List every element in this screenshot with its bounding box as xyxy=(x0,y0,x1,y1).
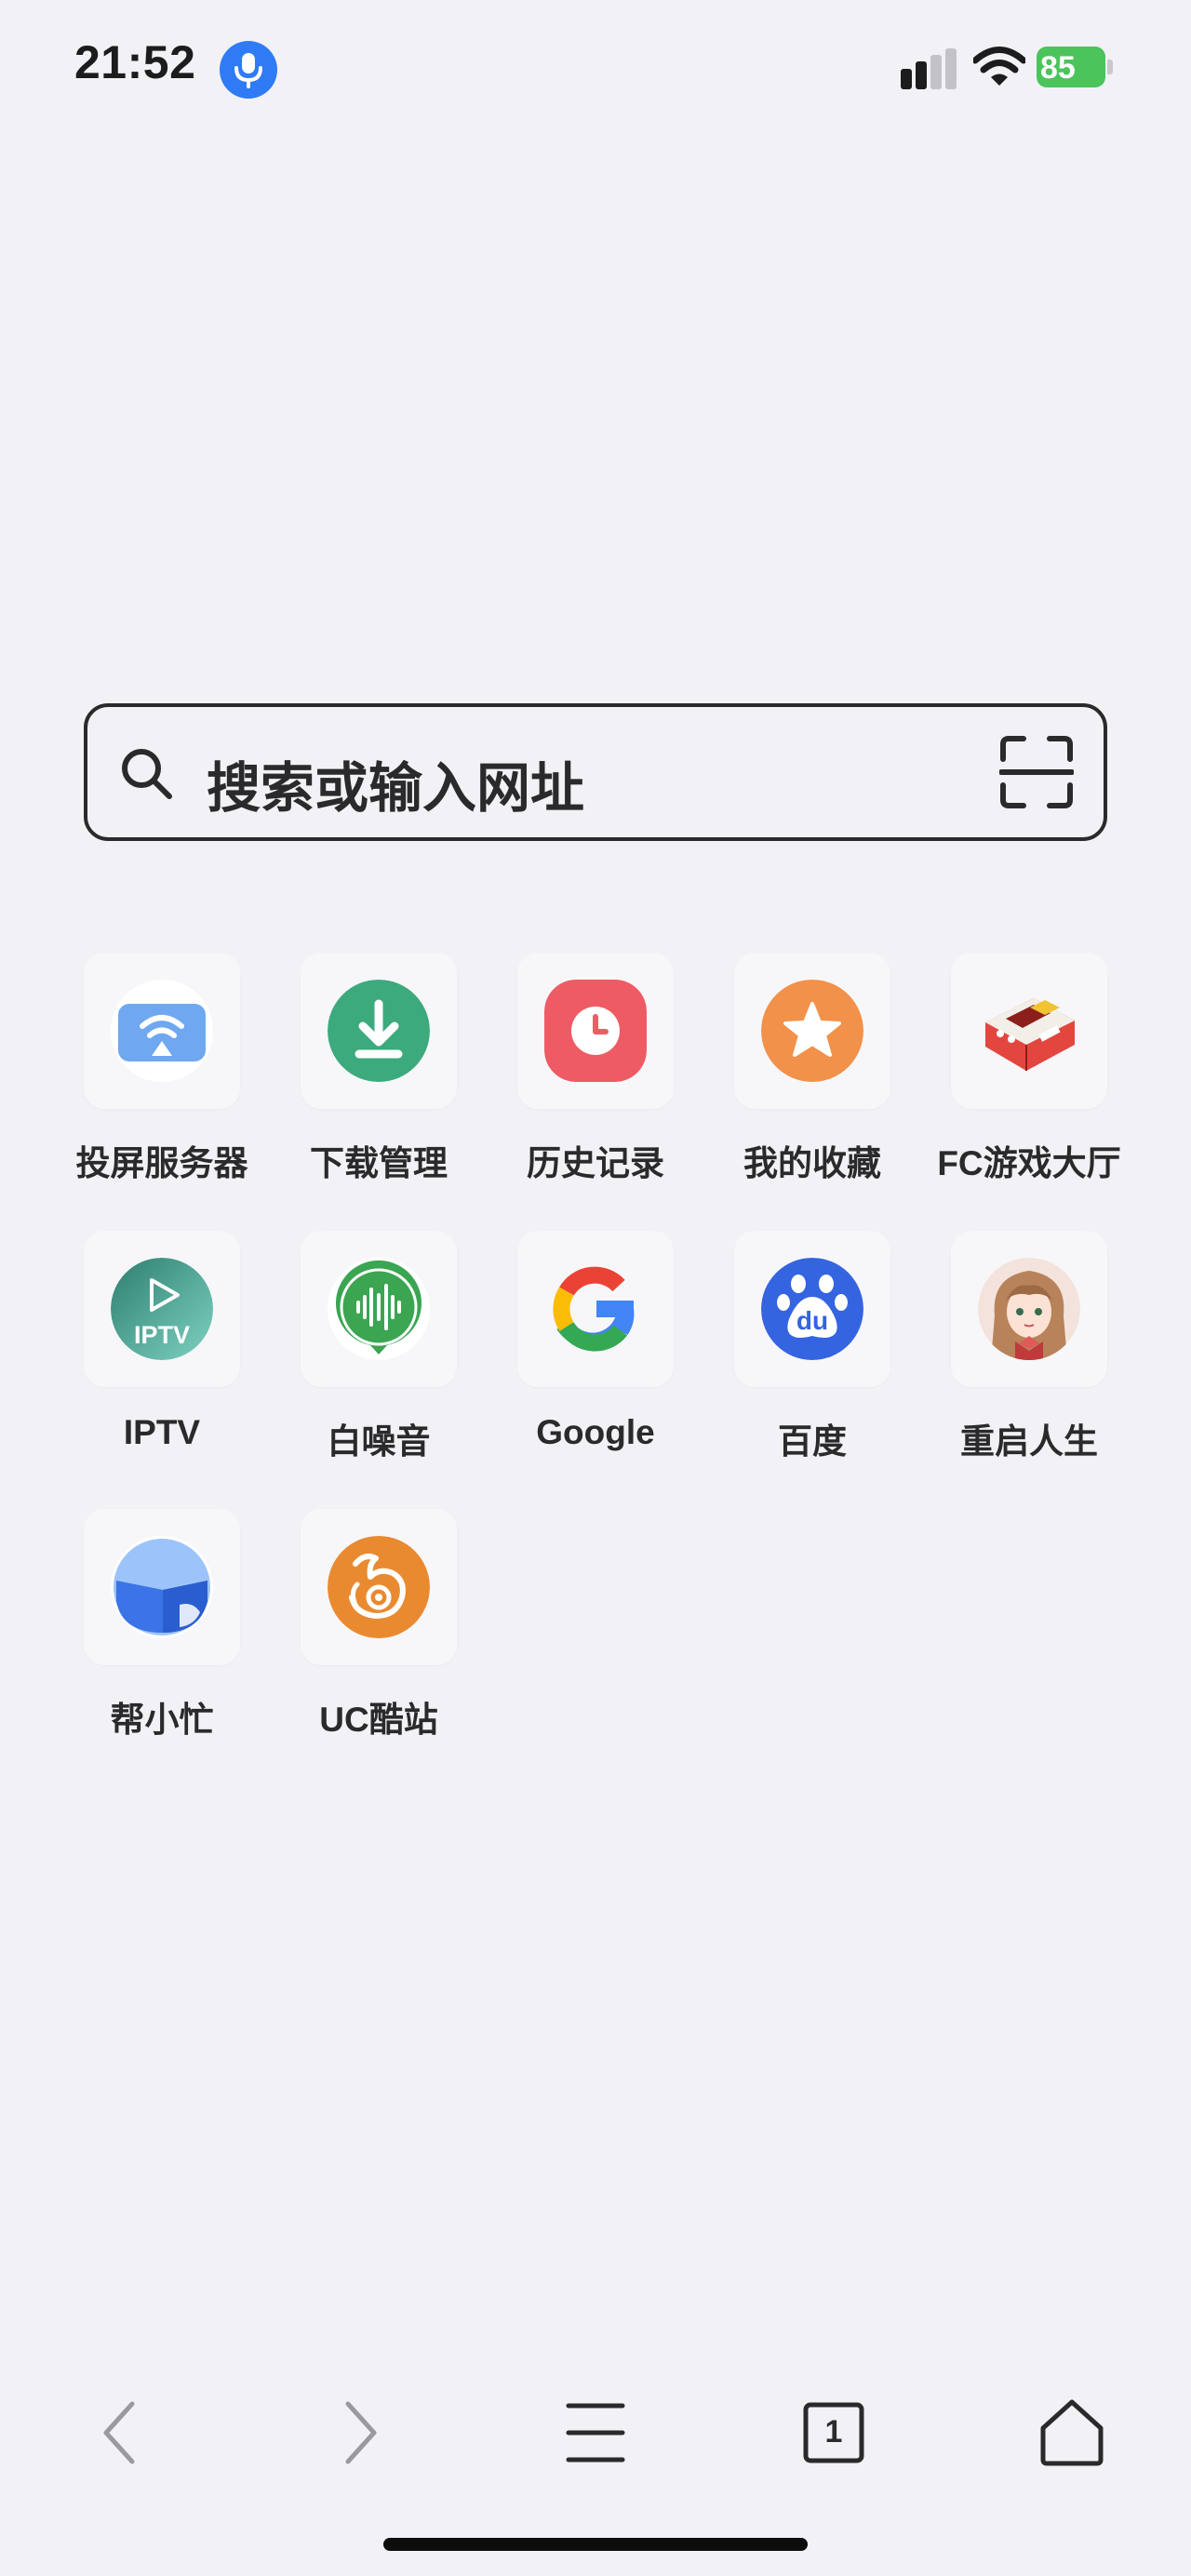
baidu-paw-icon: du xyxy=(761,1258,863,1360)
browser-home-screen: 21:52 85 搜索或输入网址 投屏服务器 下载管理 历史记录 我的收藏 FC… xyxy=(0,0,1191,2576)
clock-icon xyxy=(544,980,647,1082)
anime-avatar-icon xyxy=(978,1258,1080,1360)
star-icon xyxy=(761,980,863,1082)
shortcut-tile[interactable] xyxy=(517,1231,674,1387)
shortcut-label: IPTV xyxy=(123,1413,201,1451)
shortcut-tile[interactable] xyxy=(951,953,1107,1109)
shortcut-label: FC游戏大厅 xyxy=(937,1144,1121,1182)
home-indicator xyxy=(383,2538,808,2551)
search-input[interactable]: 搜索或输入网址 xyxy=(207,744,584,822)
baidu-badge-text: du xyxy=(796,1306,829,1335)
status-bar: 21:52 85 xyxy=(0,0,1191,140)
shortcut-uc-cool-sites[interactable]: UC酷站 xyxy=(291,1509,477,1751)
shortcut-label: 帮小忙 xyxy=(110,1701,214,1739)
shortcut-tile[interactable] xyxy=(734,953,890,1109)
iptv-badge-text: IPTV xyxy=(133,1321,190,1349)
shortcut-tile[interactable] xyxy=(301,1231,457,1387)
sound-wave-icon xyxy=(328,1258,430,1360)
game-console-icon xyxy=(978,980,1080,1082)
shortcut-iptv[interactable]: IPTV IPTV xyxy=(74,1231,261,1473)
shortcut-baidu[interactable]: du 百度 xyxy=(725,1231,911,1473)
shortcut-tile[interactable] xyxy=(301,1509,457,1665)
shortcut-favorites[interactable]: 我的收藏 xyxy=(725,953,911,1195)
shortcut-tile[interactable]: IPTV xyxy=(84,1231,240,1387)
microphone-icon xyxy=(220,41,277,99)
shortcut-label: UC酷站 xyxy=(319,1701,438,1739)
cast-icon xyxy=(111,980,213,1082)
google-icon xyxy=(544,1258,647,1360)
menu-icon[interactable] xyxy=(554,2391,637,2475)
download-icon xyxy=(328,980,430,1082)
shortcut-tile[interactable] xyxy=(951,1231,1107,1387)
search-box[interactable]: 搜索或输入网址 xyxy=(84,703,1107,841)
shortcut-tile[interactable] xyxy=(84,953,240,1109)
battery-percentage: 85 xyxy=(1040,50,1076,86)
shortcut-restart-life[interactable]: 重启人生 xyxy=(942,1231,1128,1473)
shortcut-label: Google xyxy=(536,1413,655,1451)
shortcut-cast-server[interactable]: 投屏服务器 xyxy=(74,953,261,1195)
shortcut-history[interactable]: 历史记录 xyxy=(508,953,694,1195)
shortcut-google[interactable]: Google xyxy=(508,1231,694,1473)
shortcut-tile[interactable] xyxy=(84,1509,240,1665)
battery-charging-icon: 85 xyxy=(1037,47,1113,87)
shortcut-label: 白噪音 xyxy=(327,1422,431,1461)
cellular-signal-icon xyxy=(901,48,960,89)
shortcut-label: 百度 xyxy=(778,1422,847,1461)
uc-squirrel-icon xyxy=(328,1536,430,1638)
shortcut-download-manager[interactable]: 下载管理 xyxy=(291,953,477,1195)
shortcut-tile[interactable] xyxy=(301,953,457,1109)
wifi-icon xyxy=(971,47,1027,92)
battery-cap xyxy=(1107,60,1113,74)
helper-icon xyxy=(111,1536,213,1638)
shortcut-label: 历史记录 xyxy=(527,1144,664,1182)
tabs-button[interactable]: 1 xyxy=(792,2391,876,2475)
shortcut-white-noise[interactable]: 白噪音 xyxy=(291,1231,477,1473)
shortcut-label: 投屏服务器 xyxy=(75,1144,248,1182)
scan-icon[interactable] xyxy=(998,735,1075,814)
shortcut-label: 我的收藏 xyxy=(743,1144,881,1182)
search-icon xyxy=(119,746,175,807)
forward-icon[interactable] xyxy=(316,2391,400,2475)
iptv-icon: IPTV xyxy=(111,1258,213,1360)
shortcut-label: 重启人生 xyxy=(960,1422,1098,1461)
bottom-toolbar: 1 xyxy=(0,2363,1191,2484)
shortcut-label: 下载管理 xyxy=(310,1144,448,1182)
shortcut-tile[interactable]: du xyxy=(734,1231,890,1387)
shortcut-helper[interactable]: 帮小忙 xyxy=(74,1509,261,1751)
status-time: 21:52 xyxy=(74,36,196,88)
shortcut-fc-game-hall[interactable]: FC游戏大厅 xyxy=(937,953,1128,1195)
home-icon[interactable] xyxy=(1030,2391,1114,2475)
tabs-count: 1 xyxy=(824,2414,843,2449)
back-icon[interactable] xyxy=(80,2391,164,2475)
shortcut-tile[interactable] xyxy=(517,953,674,1109)
